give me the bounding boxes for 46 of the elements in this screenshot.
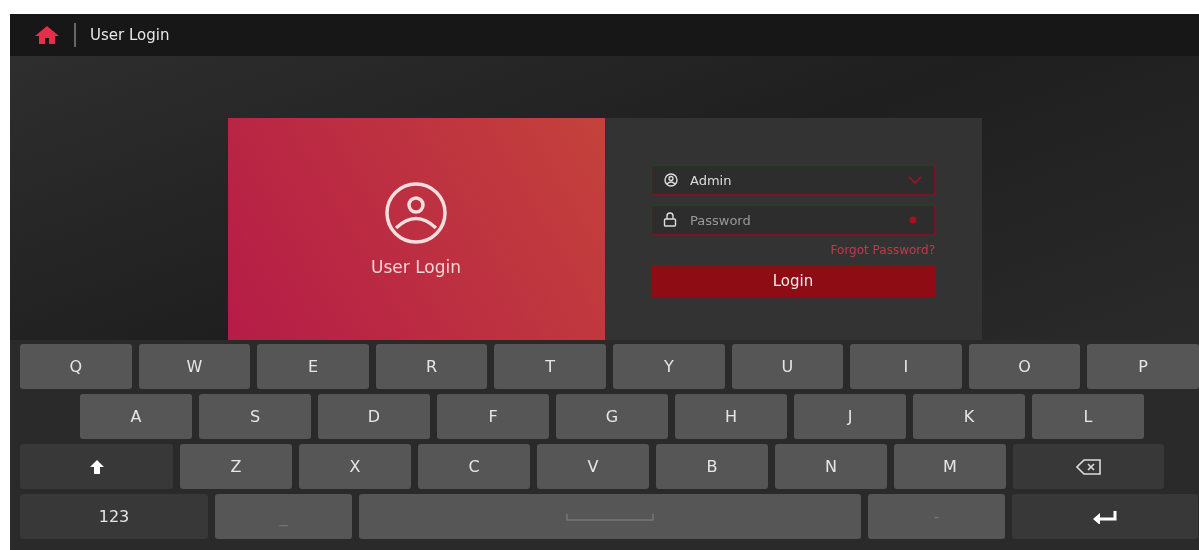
keyboard-key[interactable]: J [794, 394, 906, 439]
keyboard-key[interactable]: Z [180, 444, 292, 489]
keyboard-key[interactable]: I [850, 344, 962, 389]
home-icon[interactable] [34, 25, 60, 45]
keyboard-key[interactable]: Y [612, 344, 725, 389]
user-select[interactable]: Admin [651, 165, 935, 195]
keyboard-key[interactable]: L [1032, 394, 1144, 439]
keyboard-key[interactable]: B [656, 444, 768, 489]
keyboard-key[interactable]: E [257, 344, 369, 389]
login-button[interactable]: Login [651, 265, 935, 297]
keyboard-key[interactable]: W [138, 344, 251, 389]
keyboard-key[interactable]: N [775, 444, 887, 489]
keyboard-key[interactable]: D [318, 394, 430, 439]
keyboard-key[interactable]: Q [20, 344, 132, 389]
user-icon [384, 181, 448, 245]
dot-icon [909, 216, 917, 224]
keyboard-key[interactable]: V [537, 444, 649, 489]
shift-icon [88, 458, 105, 475]
backspace-key[interactable] [1013, 444, 1164, 489]
enter-key[interactable] [1012, 494, 1198, 539]
keyboard-key[interactable]: T [494, 344, 606, 389]
page-title: User Login [90, 26, 170, 44]
keyboard-key[interactable]: U [731, 344, 844, 389]
keyboard-key[interactable]: G [556, 394, 668, 439]
keyboard-key[interactable]: M [894, 444, 1006, 489]
keyboard-key[interactable]: K [913, 394, 1025, 439]
lock-icon [663, 212, 677, 227]
banner-title: User Login [371, 257, 461, 277]
keyboard-key[interactable]: O [968, 344, 1081, 389]
backspace-icon [1075, 458, 1102, 475]
keyboard-key[interactable]: C [418, 444, 530, 489]
password-field[interactable]: Password [651, 205, 935, 235]
keyboard-key[interactable]: R [375, 344, 488, 389]
keyboard-key[interactable]: S [199, 394, 311, 439]
shift-key[interactable] [20, 444, 173, 489]
enter-icon [1092, 509, 1118, 524]
mode-key[interactable]: 123 [20, 494, 208, 539]
space-key[interactable] [359, 494, 861, 539]
keyboard-key[interactable]: F [437, 394, 549, 439]
keyboard-key[interactable]: P [1087, 344, 1199, 389]
keyboard-key[interactable]: H [675, 394, 787, 439]
keyboard-key[interactable]: A [80, 394, 192, 439]
chevron-down-icon [908, 176, 922, 184]
user-icon [664, 173, 678, 187]
space-bar-icon [566, 512, 654, 521]
keyboard-key[interactable]: X [299, 444, 411, 489]
